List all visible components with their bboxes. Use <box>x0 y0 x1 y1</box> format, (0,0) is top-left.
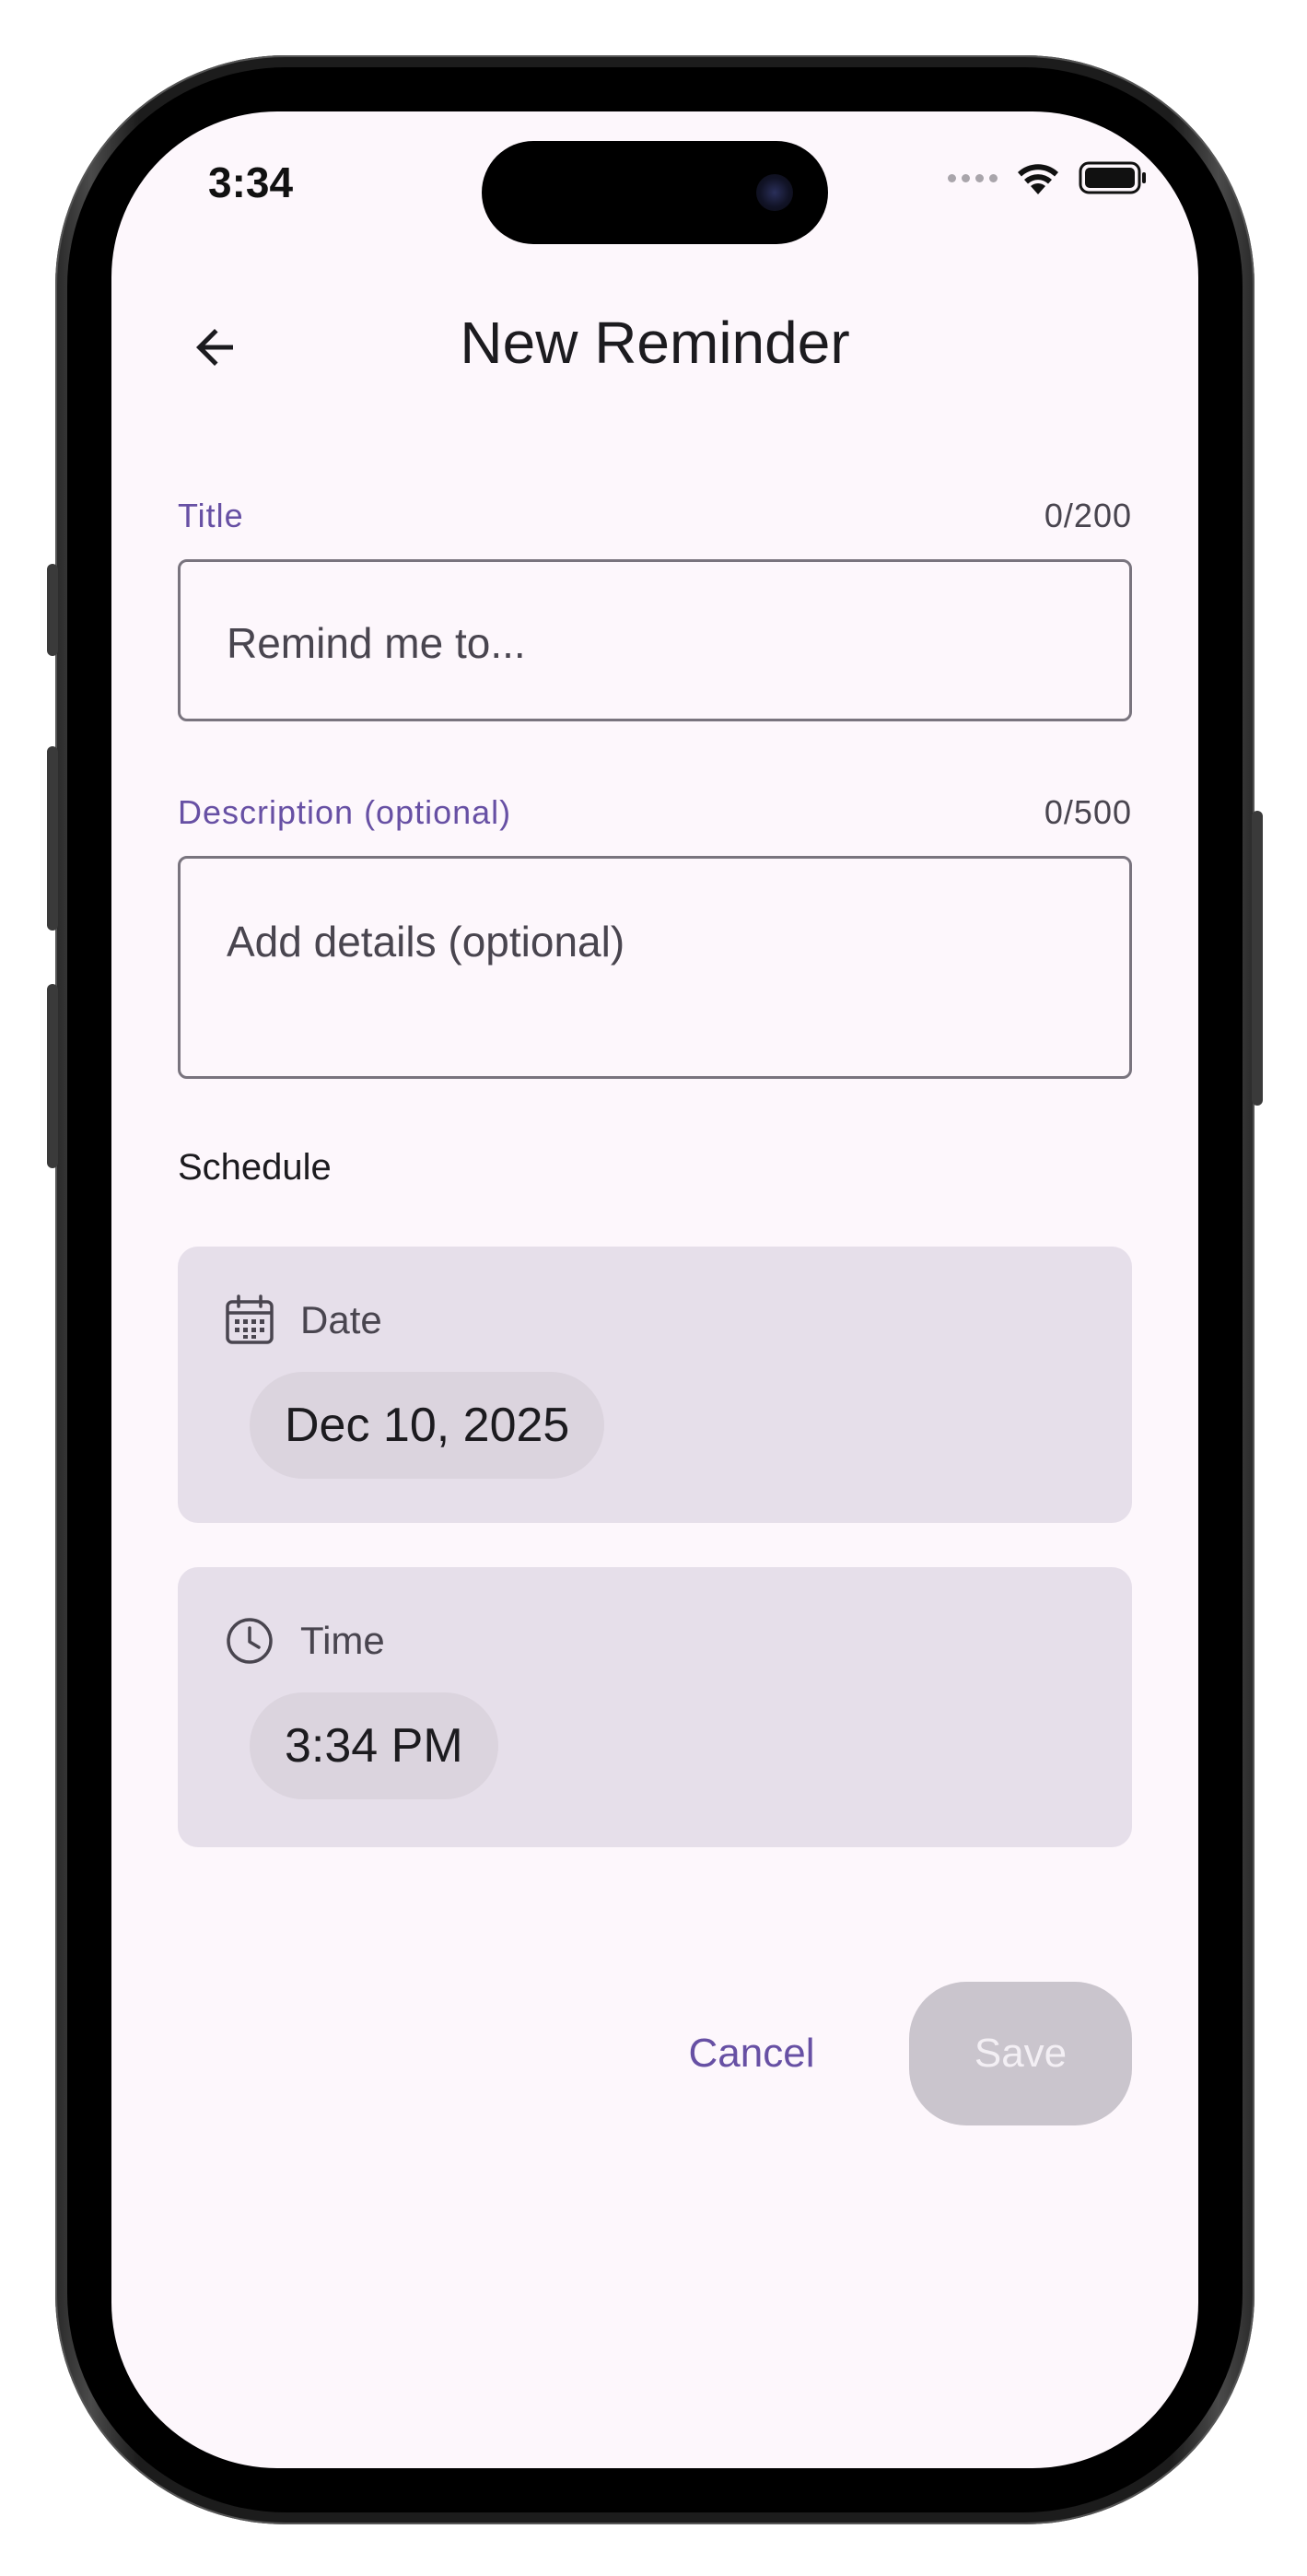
cellular-signal-icon <box>948 173 998 182</box>
description-char-counter: 0/500 <box>1044 793 1132 831</box>
action-button <box>47 564 58 656</box>
volume-up-button <box>47 746 58 931</box>
title-input[interactable] <box>227 617 1102 669</box>
description-label: Description (optional) <box>178 793 512 831</box>
power-button <box>1252 811 1263 1106</box>
title-char-counter: 0/200 <box>1044 497 1132 534</box>
title-label: Title <box>178 497 244 534</box>
wifi-icon <box>1018 164 1058 194</box>
clock-icon <box>227 1618 273 1664</box>
battery-icon <box>1079 161 1146 194</box>
time-card: Time 3:34 PM <box>178 1567 1132 1847</box>
description-input[interactable] <box>227 916 1102 1054</box>
schedule-heading: Schedule <box>178 1147 332 1188</box>
description-field[interactable] <box>178 856 1132 1079</box>
time-picker-chip[interactable]: 3:34 PM <box>250 1692 498 1799</box>
status-time: 3:34 <box>208 158 294 206</box>
app-screen: 3:34 New Reminder Title 0/200 Descriptio… <box>111 111 1198 2468</box>
date-picker-chip[interactable]: Dec 10, 2025 <box>250 1372 605 1479</box>
calendar-icon <box>226 1294 274 1344</box>
volume-down-button <box>47 984 58 1168</box>
save-button[interactable]: Save <box>909 1982 1132 2125</box>
front-camera <box>756 174 793 211</box>
status-icons <box>948 159 1149 196</box>
date-label: Date <box>300 1298 382 1341</box>
time-label: Time <box>300 1619 385 1662</box>
date-card: Date Dec 10, 2025 <box>178 1247 1132 1523</box>
page-title: New Reminder <box>460 310 850 376</box>
dynamic-island <box>482 141 828 244</box>
cancel-button[interactable]: Cancel <box>646 1982 858 2125</box>
title-field[interactable] <box>178 559 1132 721</box>
